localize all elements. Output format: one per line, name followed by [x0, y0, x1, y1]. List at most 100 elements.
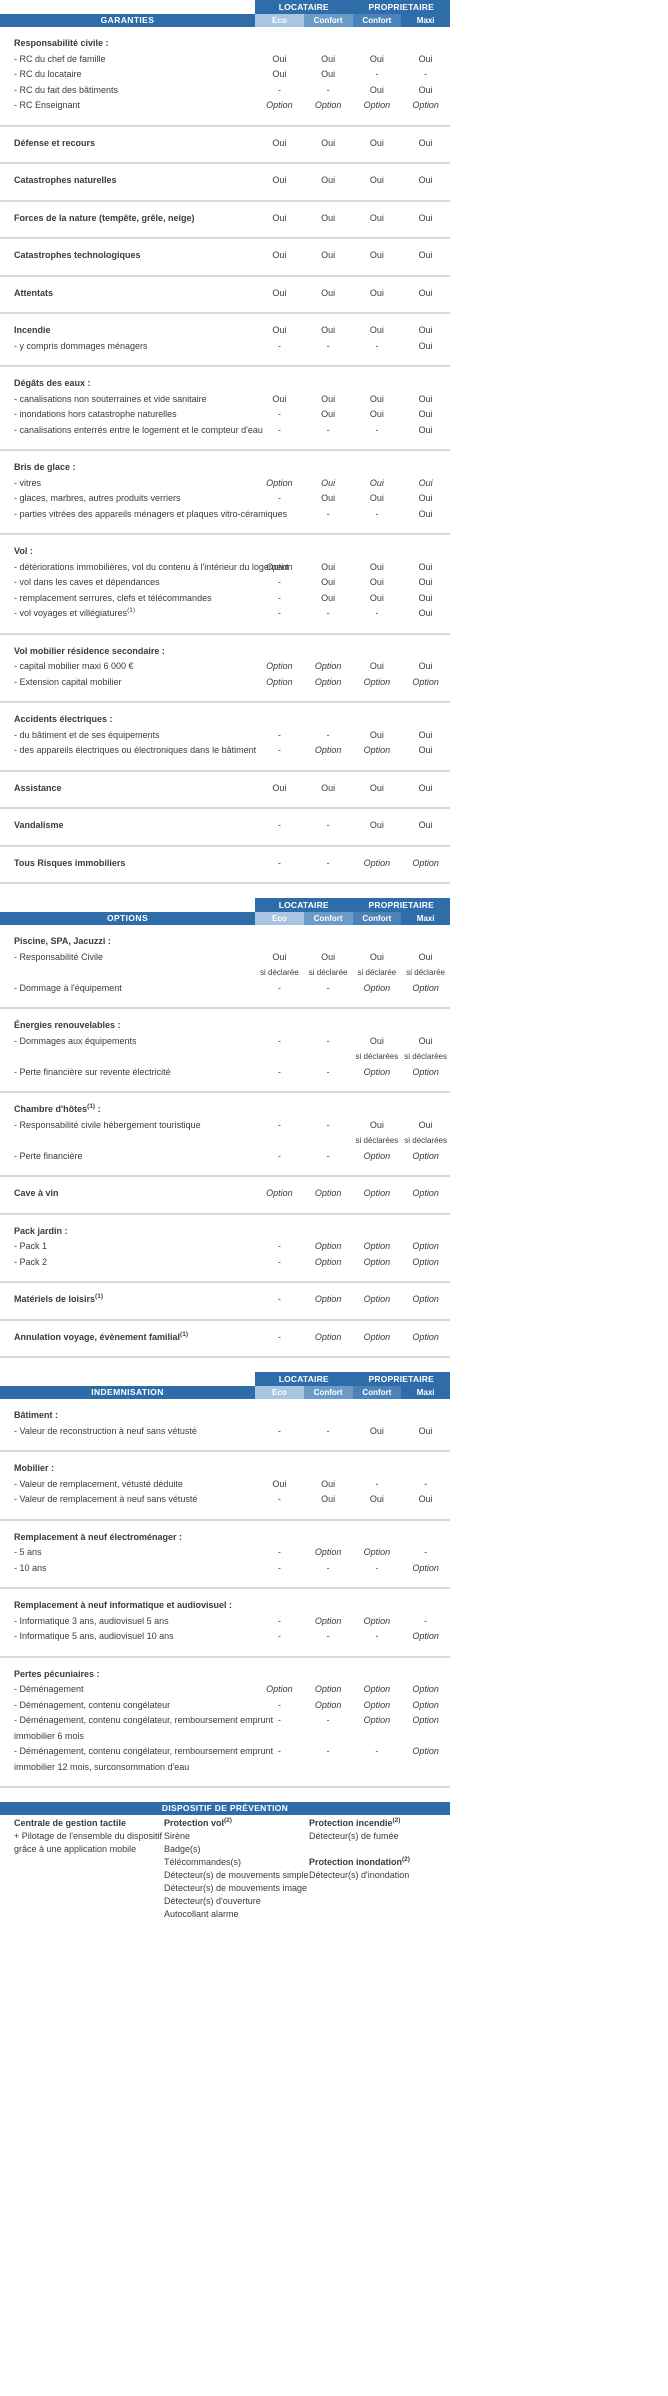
- table-row: - Extension capital mobilier Option Option…: [0, 675, 450, 691]
- row-value: [353, 712, 402, 728]
- prevention-col2-line: Détecteur(s) de mouvements simple: [164, 1870, 309, 1880]
- row-value: -: [326, 1746, 330, 1756]
- row-value: -: [277, 592, 281, 603]
- table-row: - Perte financière sur revente électrici…: [0, 1065, 450, 1081]
- row-value: Oui: [418, 175, 433, 185]
- table-row: - Déménagement, contenu congélateur, rem…: [0, 1744, 450, 1760]
- row-value: -: [326, 1631, 330, 1641]
- row-label: - vol dans les caves et dépendances: [14, 577, 160, 587]
- row-value: -: [277, 340, 281, 351]
- block-bottom-pad: [0, 301, 450, 313]
- block-top-pad: [0, 925, 450, 934]
- row-value: Oui: [272, 137, 287, 148]
- row-value: [353, 644, 402, 660]
- row-value: [304, 544, 353, 560]
- block-top-pad: [0, 702, 450, 712]
- row-value: Oui: [418, 592, 433, 603]
- prevention-col3-heading: Protection inondation(2): [309, 1856, 410, 1867]
- row-label: - Pack 1: [14, 1241, 48, 1251]
- row-value: Oui: [418, 782, 433, 793]
- row-value: -: [277, 1699, 281, 1710]
- row-value: -: [375, 424, 379, 435]
- row-label: Incendie: [14, 325, 51, 335]
- row-label: - glaces, marbres, autres produits verri…: [14, 493, 181, 503]
- row-value: [401, 1461, 450, 1477]
- row-label: - remplacement serrures, clefs et téléco…: [14, 592, 212, 603]
- row-value: [401, 644, 450, 660]
- row-value: Oui: [369, 951, 384, 962]
- section-title-row: GARANTIES Eco Confort Confort Maxi: [0, 14, 450, 27]
- prevention-col-centrale: Centrale de gestion tactile + Pilotage de…: [0, 1817, 164, 1921]
- row-label: - Valeur de reconstruction à neuf sans v…: [14, 1425, 197, 1436]
- row-value: [255, 1408, 304, 1424]
- row-value: -: [277, 409, 281, 419]
- row-value: -: [277, 1294, 281, 1304]
- row-value: Oui: [418, 287, 433, 298]
- row-value: Oui: [369, 175, 384, 185]
- row-label: Chambre d'hôtes(1) :: [14, 1103, 101, 1114]
- row-value: [304, 1133, 353, 1149]
- row-value: [255, 1224, 304, 1240]
- row-value: [304, 1760, 353, 1776]
- row-value: si déclarée: [357, 968, 397, 977]
- row-value: [304, 376, 353, 392]
- table-row: Cave à vin Option Option Option Option: [0, 1186, 450, 1202]
- table-row: - RC du chef de famille Oui Oui Oui Oui: [0, 52, 450, 68]
- row-value: Option: [314, 1256, 342, 1267]
- row-label: Défense et recours: [14, 137, 96, 148]
- row-value: [401, 1530, 450, 1546]
- row-label: - Informatique 5 ans, audiovisuel 10 ans: [14, 1631, 174, 1641]
- row-value: [304, 1224, 353, 1240]
- row-label: - 5 ans: [14, 1547, 42, 1557]
- table-row: - canalisations non souterraines et vide…: [0, 392, 450, 408]
- row-value: -: [326, 608, 330, 618]
- row-label: - Perte financière sur revente électrici…: [14, 1066, 171, 1077]
- column-header-maxi: Maxi: [401, 912, 450, 925]
- row-value: -: [277, 857, 281, 868]
- prevention-col3-heading: Protection incendie(2): [309, 1817, 401, 1828]
- table-row: - inondations hors catastrophe naturelle…: [0, 407, 450, 423]
- row-value: Option: [266, 676, 293, 687]
- row-value: Oui: [369, 325, 384, 335]
- row-value: [353, 544, 402, 560]
- row-label: Vol mobilier résidence secondaire :: [14, 645, 165, 656]
- row-value: [255, 376, 304, 392]
- row-label: - RC Enseignant: [14, 100, 81, 110]
- row-value: -: [277, 1241, 281, 1251]
- row-value: Oui: [272, 250, 287, 260]
- block-top-pad: [0, 238, 450, 248]
- row-label: Remplacement à neuf électroménager :: [14, 1531, 183, 1542]
- block-top-pad: [0, 1213, 450, 1224]
- row-value: Option: [314, 1547, 342, 1557]
- row-value: -: [277, 608, 281, 618]
- table-row: - Pack 2 - Option Option Option: [0, 1255, 450, 1271]
- row-value: Option: [363, 1715, 391, 1725]
- row-value: Option: [266, 661, 293, 671]
- prevention-col1-line: grâce à une application mobile: [14, 1844, 137, 1854]
- row-value: Oui: [418, 661, 433, 671]
- row-label: Matériels de loisirs(1): [14, 1293, 103, 1304]
- row-value: Oui: [418, 745, 433, 755]
- row-value: Oui: [418, 493, 433, 503]
- row-value: -: [375, 340, 379, 351]
- row-value: [401, 1760, 450, 1776]
- row-value: Oui: [369, 212, 384, 223]
- row-value: Oui: [321, 287, 336, 298]
- prevention-col2-line: Badge(s): [164, 1844, 201, 1854]
- block-bottom-pad: [0, 996, 450, 1008]
- row-value: Option: [412, 100, 439, 110]
- row-value: Option: [412, 676, 439, 687]
- block-top-pad: [0, 200, 450, 211]
- row-value: [353, 460, 402, 476]
- row-label: immobilier 12 mois, surconsommation d'ea…: [14, 1761, 190, 1772]
- table-row: - Perte financière - - Option Option: [0, 1149, 450, 1165]
- group-header-row: LOCATAIRE PROPRIETAIRE: [0, 0, 450, 14]
- table-row: - RC du locataire Oui Oui - -: [0, 67, 450, 83]
- row-value: si déclarées: [404, 1136, 447, 1145]
- table-row: immobilier 12 mois, surconsommation d'ea…: [0, 1760, 450, 1776]
- row-value: Oui: [321, 409, 336, 419]
- row-label: Forces de la nature (tempête, grêle, nei…: [14, 212, 195, 223]
- row-value: -: [326, 1150, 330, 1161]
- block-bottom-pad: [0, 1345, 450, 1356]
- section-title: OPTIONS: [0, 912, 255, 925]
